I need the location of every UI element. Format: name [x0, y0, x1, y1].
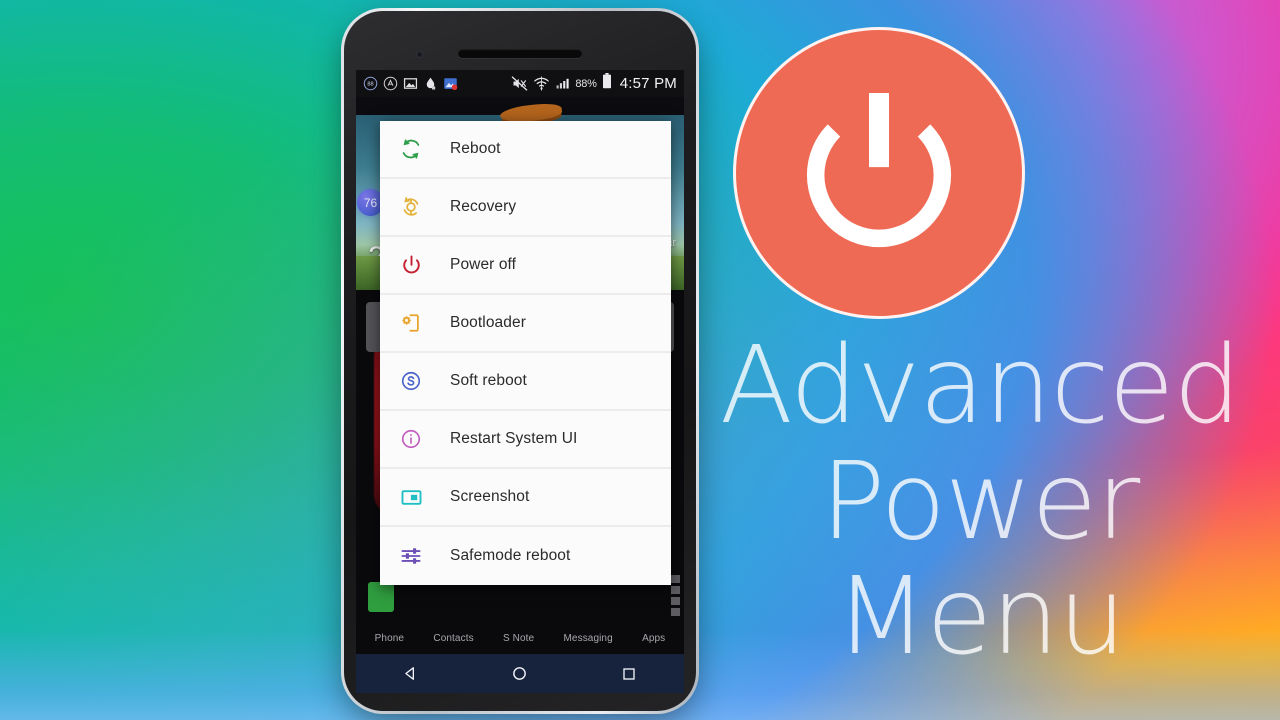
app-icon-green[interactable]: [368, 582, 394, 612]
bootloader-icon: [398, 310, 424, 336]
battery-percent: 88%: [575, 77, 597, 90]
screenshot-icon: [398, 484, 424, 510]
drop-icon: [423, 76, 438, 91]
photo-badge-icon: [443, 76, 458, 91]
earpiece-speaker: [458, 49, 582, 58]
menu-item-bootloader[interactable]: Bootloader: [380, 295, 671, 353]
navigation-bar: [356, 654, 684, 693]
scroll-grip[interactable]: [671, 575, 680, 616]
image-icon: [403, 76, 418, 91]
status-bar-system: 88% 4:57 PM: [511, 73, 677, 94]
back-icon[interactable]: [400, 663, 422, 685]
menu-item-label: Bootloader: [450, 314, 526, 331]
status-bar-clock: 4:57 PM: [619, 75, 677, 92]
menu-item-screenshot[interactable]: Screenshot: [380, 469, 671, 527]
soft-reboot-icon: [398, 368, 424, 394]
front-camera-icon: [416, 51, 423, 58]
grip-dot: [671, 608, 680, 616]
status-bar-notifications: 88: [363, 76, 458, 91]
dock-item-messaging[interactable]: Messaging: [564, 633, 613, 644]
menu-item-soft-reboot[interactable]: Soft reboot: [380, 353, 671, 411]
svg-text:88: 88: [367, 82, 373, 88]
screenshot-root: 24 Ahmedabad Clear Today: [0, 0, 1280, 720]
grip-dot: [671, 575, 680, 583]
status-bar: 88 88% 4:57 PM: [356, 70, 684, 97]
restart-systemui-icon: [398, 426, 424, 452]
dock-item-apps[interactable]: Apps: [642, 633, 665, 644]
menu-item-label: Reboot: [450, 140, 501, 157]
power-logo-icon: [733, 27, 1025, 319]
dock-item-contacts[interactable]: Contacts: [433, 633, 473, 644]
homescreen-dock: Phone Contacts S Note Messaging Apps: [356, 633, 684, 644]
power-off-icon: [398, 252, 424, 278]
brand-line-1: Advanced: [719, 324, 1242, 448]
menu-item-recovery[interactable]: Recovery: [380, 179, 671, 237]
menu-item-reboot[interactable]: Reboot: [380, 121, 671, 179]
brand-line-2: Power: [820, 439, 1141, 564]
brand-title: Advanced Power Menu: [700, 324, 1260, 680]
phone-screen: 24 Ahmedabad Clear Today: [356, 70, 684, 654]
wifi-icon: [533, 75, 550, 92]
menu-item-label: Soft reboot: [450, 372, 527, 389]
menu-item-label: Screenshot: [450, 488, 530, 505]
signal-icon: [555, 76, 570, 91]
brand-line-3: Menu: [835, 555, 1126, 680]
grip-dot: [671, 586, 680, 594]
recents-icon[interactable]: [618, 663, 640, 685]
app-circle-icon: [383, 76, 398, 91]
grip-dot: [671, 597, 680, 605]
menu-item-restart-system-ui[interactable]: Restart System UI: [380, 411, 671, 469]
home-icon[interactable]: [509, 663, 531, 685]
recovery-icon: [398, 194, 424, 220]
menu-item-power-off[interactable]: Power off: [380, 237, 671, 295]
menu-item-label: Restart System UI: [450, 430, 578, 447]
mute-icon: [511, 75, 528, 92]
phone-frame: 24 Ahmedabad Clear Today: [341, 8, 699, 714]
dock-item-phone[interactable]: Phone: [375, 633, 404, 644]
menu-item-label: Safemode reboot: [450, 547, 571, 564]
phone-mockup: 24 Ahmedabad Clear Today: [341, 8, 699, 714]
menu-item-label: Power off: [450, 256, 517, 273]
badge-88-icon: 88: [363, 76, 378, 91]
dock-item-snote[interactable]: S Note: [503, 633, 534, 644]
menu-item-safemode-reboot[interactable]: Safemode reboot: [380, 527, 671, 585]
reboot-icon: [398, 136, 424, 162]
phone-body: 24 Ahmedabad Clear Today: [344, 11, 696, 711]
menu-item-label: Recovery: [450, 198, 517, 215]
power-menu-dialog: Reboot Recovery Power off Bootloader Sof…: [380, 121, 671, 585]
battery-icon: [602, 73, 612, 94]
safemode-reboot-icon: [398, 543, 424, 569]
